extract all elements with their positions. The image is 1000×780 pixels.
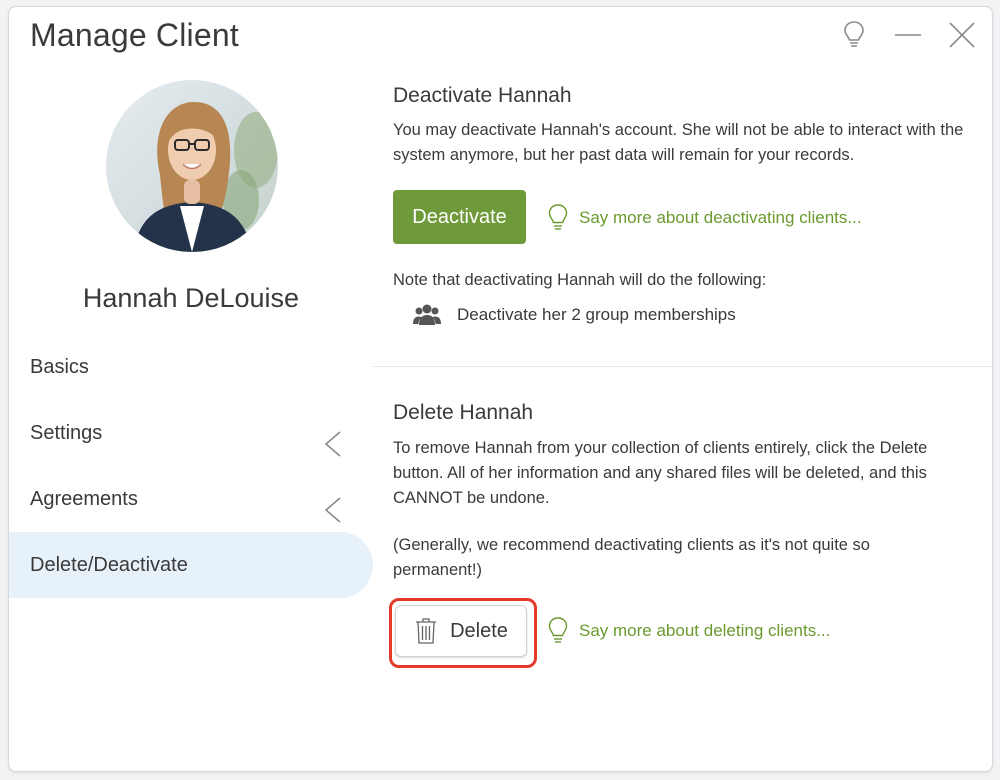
deactivate-note: Note that deactivating Hannah will do th… <box>393 271 767 289</box>
delete-description: To remove Hannah from your collection of… <box>393 439 928 507</box>
deactivate-effect-item: Deactivate her 2 group memberships <box>413 303 736 327</box>
sidebar-item-label: Agreements <box>30 488 138 510</box>
deactivate-effect-text: Deactivate her 2 group memberships <box>457 305 736 324</box>
delete-section-title: Delete Hannah <box>393 401 534 424</box>
delete-recommendation: (Generally, we recommend deactivating cl… <box>393 536 870 579</box>
sidebar-item-delete-deactivate[interactable]: Delete/Deactivate <box>9 532 373 598</box>
delete-help-link[interactable]: Say more about deleting clients... <box>547 616 830 646</box>
delete-button-label: Delete <box>450 619 508 642</box>
left-panel: Hannah DeLouise Basics Settings Agreemen… <box>9 7 373 771</box>
manage-client-window: Manage Client Hannah DeLouise Basics Set… <box>8 6 993 772</box>
group-icon <box>413 304 441 325</box>
delete-help-link-text: Say more about deleting clients... <box>579 621 831 640</box>
deactivate-section-title: Deactivate Hannah <box>393 84 572 107</box>
lightbulb-icon <box>548 617 568 643</box>
sidebar-nav: Basics Settings Agreements Delete/Deacti… <box>9 334 373 598</box>
deactivate-help-link[interactable]: Say more about deactivating clients... <box>547 203 862 233</box>
deactivate-description: You may deactivate Hannah's account. She… <box>393 121 964 164</box>
sidebar-item-label: Basics <box>30 356 89 378</box>
section-divider <box>373 366 992 367</box>
sidebar-item-basics[interactable]: Basics <box>9 334 373 400</box>
delete-button[interactable]: Delete <box>395 605 527 657</box>
trash-icon <box>416 618 437 644</box>
client-name: Hannah DeLouise <box>82 283 300 313</box>
deactivate-button[interactable]: Deactivate <box>393 190 526 244</box>
sidebar-item-settings[interactable]: Settings <box>9 400 373 466</box>
sidebar-item-label: Settings <box>30 422 103 444</box>
chevron-left-icon[interactable] <box>323 419 343 457</box>
deactivate-help-link-text: Say more about deactivating clients... <box>579 208 862 227</box>
avatar <box>106 80 278 252</box>
chevron-left-icon[interactable] <box>323 485 343 523</box>
sidebar-item-label: Delete/Deactivate <box>30 554 188 576</box>
lightbulb-icon <box>548 204 568 230</box>
sidebar-item-agreements[interactable]: Agreements <box>9 466 373 532</box>
main-panel: Deactivate Hannah You may deactivate Han… <box>373 7 992 771</box>
